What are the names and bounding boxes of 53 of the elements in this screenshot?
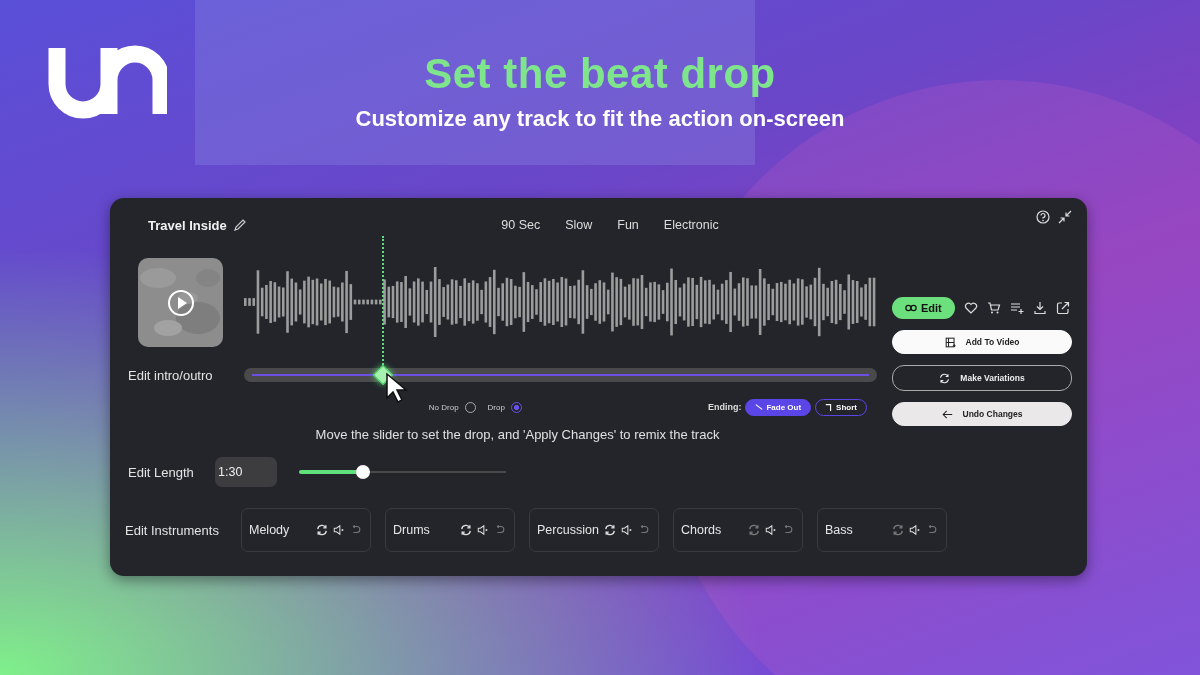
track-tag[interactable]: 90 Sec (501, 218, 541, 232)
share-icon[interactable] (1055, 301, 1070, 315)
length-input-field[interactable]: 1:30 (215, 457, 277, 487)
film-icon (944, 336, 956, 348)
download-icon[interactable] (1032, 301, 1047, 315)
intro-label: Edit intro/outro (128, 367, 214, 383)
undo-icon[interactable] (638, 524, 650, 536)
undo-icon[interactable] (782, 524, 794, 536)
radio-label: No Drop (428, 402, 459, 412)
ending-label: Ending: (707, 402, 742, 412)
track-tag[interactable]: Electronic (663, 218, 719, 232)
cursor-icon (385, 372, 410, 404)
undo-icon[interactable] (926, 524, 938, 536)
action-button[interactable]: Undo Changes (892, 402, 1072, 426)
bracket-icon (825, 403, 834, 411)
link-icon (905, 304, 917, 312)
radio-button[interactable] (510, 401, 522, 413)
speaker-icon[interactable] (621, 524, 633, 536)
length-label: Edit Length (128, 464, 195, 480)
help-icon[interactable] (1036, 210, 1050, 224)
action-button[interactable]: Add To Video (892, 330, 1072, 354)
action-button[interactable]: Make Variations (892, 365, 1072, 391)
heart-icon[interactable] (963, 301, 978, 315)
pencil-icon[interactable] (232, 218, 247, 232)
subheadline: Customize any track to fit the action on-screen (354, 106, 846, 132)
ending-option[interactable]: Fade Out (745, 398, 812, 416)
undo-icon[interactable] (350, 524, 362, 536)
speaker-icon[interactable] (477, 524, 489, 536)
playlist-add-icon[interactable] (1009, 301, 1024, 315)
back-arrow-icon (941, 408, 953, 420)
play-icon[interactable] (167, 288, 195, 317)
instrument-name: Drums (393, 523, 431, 537)
speaker-icon[interactable] (909, 524, 921, 536)
cart-icon[interactable] (986, 301, 1001, 315)
collapse-icon[interactable] (1058, 210, 1072, 224)
refresh-icon (939, 372, 951, 384)
instrument-name: Melody (249, 523, 291, 537)
instrument-name: Bass (825, 523, 854, 537)
slider-thumb[interactable] (356, 465, 371, 479)
instruments-label: Edit Instruments (125, 522, 220, 538)
headline: Set the beat drop (424, 50, 776, 98)
hint-text: Move the slider to set the drop, and 'Apply Changes' to remix the track (314, 427, 721, 442)
undo-icon[interactable] (494, 524, 506, 536)
fade-icon (755, 403, 764, 411)
speaker-icon[interactable] (765, 524, 777, 536)
track-tag[interactable]: Fun (617, 218, 639, 232)
track-tag[interactable]: Slow (565, 218, 593, 232)
instrument-name: Percussion (537, 523, 599, 537)
speaker-icon[interactable] (333, 524, 345, 536)
instrument-name: Chords (681, 523, 723, 537)
radio-label: Drop (487, 402, 505, 412)
edit-button[interactable]: Edit (892, 297, 955, 319)
track-title: Travel Inside (148, 217, 227, 233)
